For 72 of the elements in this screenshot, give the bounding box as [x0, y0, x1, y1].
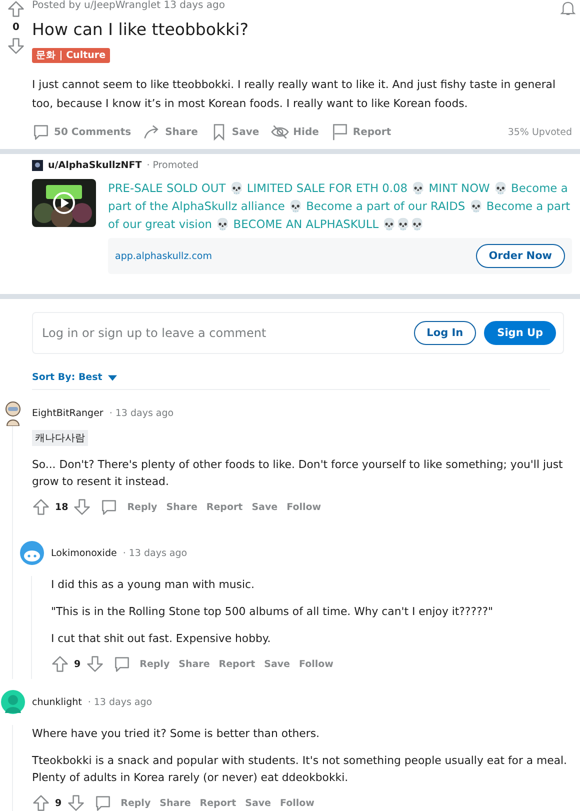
comment-action-button[interactable]: Follow — [286, 502, 322, 512]
post-body: I just cannot seem to like tteobbokki. I really really want to like it. And just fishy taste in general too, because I know it’s in most Korean foods. I really want to like Korean foods. — [32, 77, 557, 112]
comment-action-button[interactable]: Share — [166, 502, 198, 512]
comment-text: So... Don't? There's plenty of other foods to like. Don't force yourself to like something; you'll just grow to resent it instead. — [32, 457, 564, 490]
signup-button[interactable]: Sign Up — [484, 321, 556, 345]
comment-action-button[interactable]: Reply — [127, 502, 158, 512]
comment-author[interactable]: Lokimonoxide — [51, 548, 117, 558]
comment-time: · 13 days ago — [109, 408, 174, 418]
comment-icon — [94, 794, 112, 811]
comment-action-button[interactable]: Follow — [280, 798, 314, 808]
upvote-ratio: 35% Upvoted — [508, 126, 573, 138]
user-flair: 캐나다사람 — [32, 430, 88, 446]
post-action-button[interactable]: 50 Comments — [32, 123, 132, 141]
promoted-label: · Promoted — [146, 160, 198, 171]
comment-action-button[interactable]: Share — [178, 658, 210, 670]
upvote-icon[interactable] — [7, 0, 25, 18]
comment-action-button[interactable]: Report — [218, 658, 256, 670]
comment-text: I did this as a young man with music. — [51, 577, 256, 593]
comment-input[interactable]: Log in or sign up to leave a comment — [40, 325, 406, 341]
comment-icon — [32, 123, 50, 141]
comment-author[interactable]: EightBitRanger — [32, 408, 104, 418]
login-button[interactable]: Log In — [414, 321, 476, 345]
comment-action-button[interactable]: Report — [206, 502, 243, 512]
order-now-button[interactable]: Order Now — [476, 244, 565, 268]
avatar-icon — [19, 540, 45, 566]
comment-action-button[interactable]: Save — [252, 502, 278, 512]
share-icon — [143, 123, 162, 141]
post-byline: Posted by u/JeepWranglet 13 days ago — [32, 0, 226, 13]
sort-dropdown[interactable]: Sort By: Best — [32, 372, 118, 383]
comment-action-button[interactable]: Share — [160, 798, 191, 808]
ad-text[interactable]: PRE-SALE SOLD OUT 💀 LIMITED SALE FOR ETH 0.08 💀 MINT NOW 💀 Become a part of the AlphaSkullz alliance 💀 Become a part of our RAIDS 💀 Become a part of our great vision 💀 BECOME AN ALPHASKULL 💀💀💀 — [108, 179, 572, 233]
downvote-icon[interactable] — [7, 37, 25, 55]
comment-score: 9 — [55, 798, 62, 808]
comment-action-button[interactable]: Report — [200, 798, 236, 808]
post-action-button[interactable]: Report — [330, 123, 392, 141]
downvote-icon[interactable] — [73, 498, 92, 516]
comment-box[interactable]: Log in or sign up to leave a comment Log In Sign Up — [32, 312, 564, 354]
post-action-button[interactable]: Hide — [271, 123, 319, 141]
flag-icon — [330, 123, 349, 141]
bell-icon[interactable] — [560, 0, 576, 16]
avatar-icon — [0, 689, 26, 715]
avatar-icon — [32, 160, 43, 171]
comment-text: Tteokbokki is a snack and popular with students. It's not something people usually eat for a meal. Plenty of adults in Korea rarely (or never) eat ddeokbokki. — [32, 753, 568, 786]
caret-icon — [108, 374, 118, 380]
post-title: How can I like tteobbokki? — [32, 20, 250, 39]
comment-action-button[interactable]: Save — [245, 798, 271, 808]
comment-text: I cut that shit out fast. Expensive hobby. — [51, 631, 272, 647]
comment-action-button[interactable]: Reply — [120, 798, 151, 808]
post-action-button[interactable]: Save — [210, 123, 260, 141]
comment-action-button[interactable]: Save — [264, 658, 290, 670]
comment-action-button[interactable]: Follow — [299, 658, 334, 670]
comment-time: · 13 days ago — [88, 696, 152, 708]
comment-icon — [112, 655, 131, 673]
hidden-eye-icon — [271, 123, 290, 141]
comment-time: · 13 days ago — [122, 548, 188, 558]
comment-author[interactable]: chunklight — [32, 696, 82, 708]
ad-link[interactable]: app.alphaskullz.com — [115, 250, 212, 262]
comment-action-button[interactable]: Reply — [140, 658, 170, 670]
downvote-icon[interactable] — [66, 794, 85, 811]
post-action-button[interactable]: Share — [143, 123, 198, 141]
upvote-icon[interactable] — [32, 794, 50, 811]
comment-icon — [100, 498, 118, 516]
post-flair[interactable]: 문화 | Culture — [32, 48, 110, 63]
vote-score: 0 — [12, 22, 20, 33]
ad-author[interactable]: u/AlphaSkullzNFT — [48, 160, 142, 171]
comment-text: "This is in the Rolling Stone top 500 albums of all time. Why can't I enjoy it?????" — [51, 604, 494, 620]
comment-score: 9 — [74, 658, 81, 670]
upvote-icon[interactable] — [32, 498, 50, 516]
comment-score: 18 — [55, 502, 68, 512]
downvote-icon[interactable] — [86, 655, 104, 673]
upvote-icon[interactable] — [51, 655, 69, 673]
comment-text: Where have you tried it? Some is better than others. — [32, 726, 320, 742]
